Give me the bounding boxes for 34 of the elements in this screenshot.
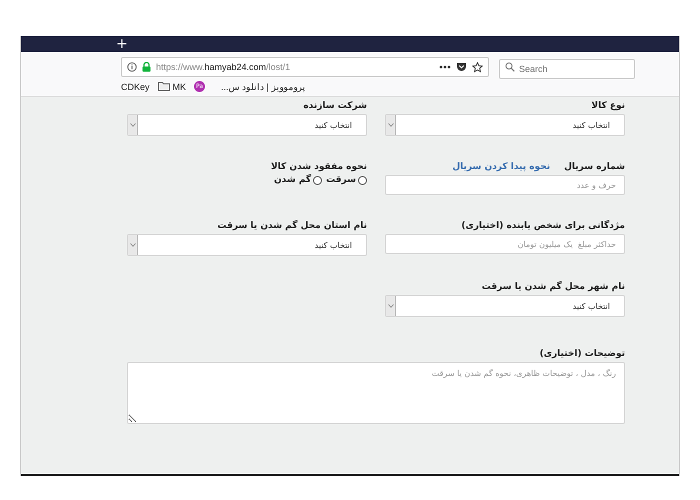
dropdown[interactable]: انتخاب کنید (385, 114, 625, 136)
text-area[interactable]: رنگ ، مدل ، توضیحات ظاهری، نحوه گم شدن یا سرقت (127, 362, 625, 424)
bookmark-folder[interactable]: MK (172, 82, 186, 92)
radio-label: گم شدن (274, 175, 312, 185)
help-link[interactable]: نحوه پیدا کردن سریال (452, 162, 550, 172)
info-icon (127, 62, 137, 72)
url-text: https://www.hamyab24.com/lost/1 (156, 62, 290, 72)
bookmark-link[interactable]: CDKey (121, 82, 150, 92)
field-label: شماره سریال (564, 162, 625, 172)
star-icon[interactable] (472, 62, 483, 72)
bookmark-link[interactable]: پروموویز | دانلود س... (221, 82, 306, 92)
more-icon[interactable] (439, 65, 451, 69)
field-label: نحوه مفقود شدن کالا (270, 162, 367, 172)
address-bar[interactable]: https://www.hamyab24.com/lost/1 (121, 57, 489, 77)
search-icon (505, 62, 515, 72)
radio-button[interactable] (358, 176, 367, 184)
field-label: شرکت سازنده (302, 101, 367, 111)
input-field[interactable]: حداکثر مبلغ یک میلیون تومان (385, 234, 625, 254)
lock-icon (142, 62, 151, 72)
input-field[interactable]: حرف و عدد (385, 175, 625, 195)
dropdown[interactable]: انتخاب کنید (385, 295, 625, 317)
field-label: نام شهر محل گم شدن یا سرقت (480, 282, 625, 292)
dropdown[interactable]: انتخاب کنید (127, 234, 367, 256)
field-label: توضیحات (اختیاری) (538, 349, 625, 359)
field-label: نوع کالا (590, 101, 625, 111)
folder-icon (158, 82, 170, 91)
dropdown[interactable]: انتخاب کنید (127, 114, 367, 136)
radio-button[interactable] (313, 176, 322, 184)
field-label: نام استان محل گم شدن یا سرقت (216, 221, 367, 231)
new-tab-button[interactable]: + (113, 37, 131, 51)
radio-label: سرقت (326, 175, 356, 185)
field-label: مژدگانی برای شخص یابنده (اختیاری) (460, 221, 625, 231)
pocket-icon[interactable] (456, 62, 467, 72)
search-field[interactable]: Search (499, 59, 635, 79)
